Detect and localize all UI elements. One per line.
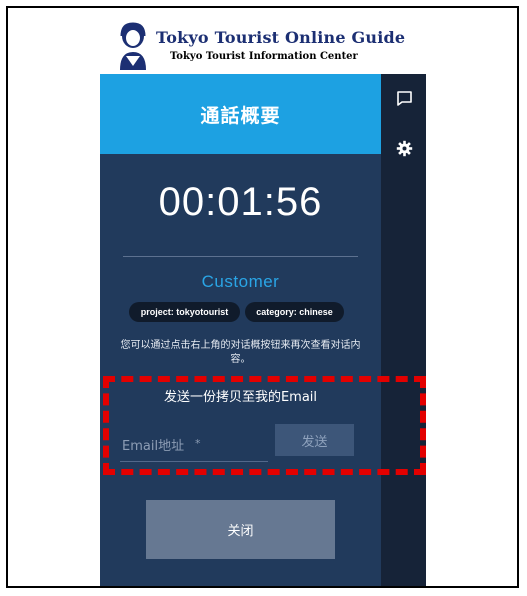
email-input[interactable] [120, 432, 268, 462]
project-tag: project: tokyotourist [129, 302, 240, 322]
call-summary-panel: 通話概要 00:01:56 Customer project: tokyotou… [100, 74, 381, 586]
close-button[interactable]: 关闭 [146, 500, 335, 559]
hint-text: 您可以通过点击右上角的对话概按钮来再次查看对话内容。 [120, 340, 361, 365]
close-button-label: 关闭 [227, 524, 254, 539]
category-tag: category: chinese [245, 302, 344, 322]
divider [123, 256, 358, 257]
logo-subtitle: Tokyo Tourist Information Center [170, 51, 358, 62]
call-duration-timer: 00:01:56 [158, 180, 323, 224]
gear-icon[interactable] [396, 140, 413, 157]
send-button[interactable]: 发送 [275, 424, 354, 456]
right-sidebar [381, 74, 426, 586]
logo-banner: Tokyo Tourist Online Guide Tokyo Tourist… [100, 18, 426, 74]
send-button-label: 发送 [301, 434, 328, 450]
email-section-title: 发送一份拷贝至我的Email [163, 390, 318, 405]
page-title: 通話概要 [200, 104, 281, 127]
logo-title: Tokyo Tourist Online Guide [156, 28, 406, 47]
operator-logo-icon [120, 22, 146, 70]
customer-label: Customer [201, 272, 280, 291]
required-asterisk: * [195, 437, 201, 450]
chat-icon[interactable] [396, 90, 413, 107]
panel-header: 通話概要 [100, 74, 381, 154]
